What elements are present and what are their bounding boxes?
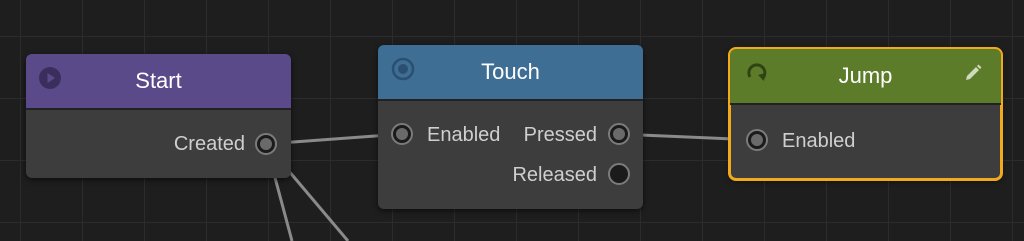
play-circle-icon — [38, 66, 62, 96]
touch-node-title: Touch — [481, 59, 540, 84]
touch-node-header[interactable]: Touch — [378, 45, 643, 101]
enabled-input-socket[interactable] — [391, 123, 413, 145]
touch-node[interactable]: Touch Enabled Pressed Released — [378, 45, 643, 209]
jump-node[interactable]: Jump Enabled — [728, 47, 1003, 181]
released-output-label: Released — [512, 164, 597, 186]
enabled-input-label: Enabled — [427, 124, 501, 146]
jump-node-title: Jump — [838, 63, 893, 88]
pressed-output-label: Pressed — [523, 124, 597, 146]
pencil-icon[interactable] — [963, 63, 983, 89]
jump-node-header[interactable]: Jump — [730, 49, 1001, 105]
start-node[interactable]: Start Created — [26, 54, 291, 178]
start-node-title: Start — [135, 68, 182, 93]
pressed-output-socket[interactable] — [608, 123, 630, 145]
radio-target-icon — [391, 57, 415, 87]
created-output-label: Created — [173, 133, 245, 155]
rotate-arrow-icon — [746, 62, 768, 90]
start-node-header[interactable]: Start — [26, 54, 291, 110]
created-output-socket[interactable] — [255, 133, 277, 155]
released-output-socket[interactable] — [608, 163, 630, 185]
jump-enabled-input-label: Enabled — [782, 130, 856, 152]
jump-enabled-input-socket[interactable] — [746, 129, 768, 151]
